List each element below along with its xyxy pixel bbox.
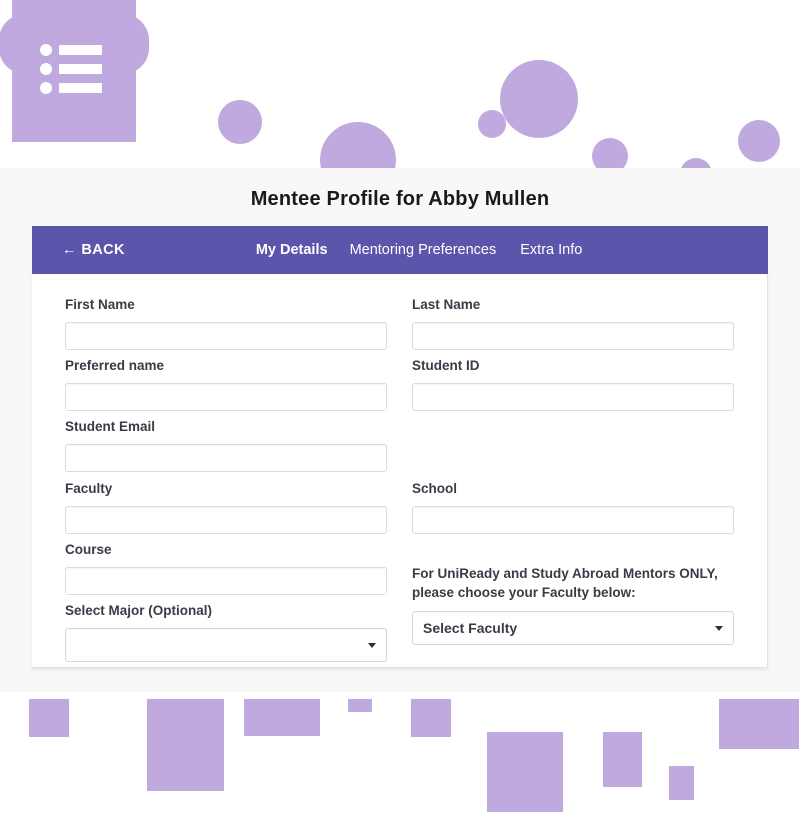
list-icon-dot <box>40 63 52 75</box>
decor-rect <box>487 732 563 812</box>
select-faculty-value: Select Faculty <box>423 620 518 637</box>
list-icon-dot <box>40 82 52 94</box>
decor-rect <box>244 699 320 736</box>
list-icon-bar <box>59 45 102 55</box>
decor-rect <box>411 699 451 737</box>
list-icon-row <box>40 44 102 56</box>
school-input[interactable] <box>412 505 734 534</box>
top-decoration-band <box>0 0 800 168</box>
list-icon-bar <box>59 83 102 93</box>
field-label-first-name: First Name <box>65 297 135 312</box>
decor-rect <box>719 699 799 749</box>
field-label-student-id: Student ID <box>412 358 480 373</box>
field-label-student-email: Student Email <box>65 419 156 434</box>
decor-rect <box>603 732 642 787</box>
field-label-select-major: Select Major (Optional) <box>65 603 213 618</box>
decor-circle <box>680 158 712 168</box>
navigation-bar: ← BACK My Details Mentoring Preferences … <box>32 226 768 274</box>
decor-rect <box>29 699 69 737</box>
field-first-name: First Name <box>65 296 387 350</box>
student-email-input[interactable] <box>65 443 387 472</box>
select-faculty-dropdown[interactable]: Select Faculty <box>412 611 734 646</box>
faculty-input[interactable] <box>65 505 387 534</box>
list-icon[interactable] <box>40 44 102 94</box>
tab-my-details[interactable]: My Details <box>256 242 328 258</box>
uniready-note: For UniReady and Study Abroad Mentors ON… <box>412 566 718 601</box>
field-label-last-name: Last Name <box>412 297 481 312</box>
field-student-email: Student Email <box>65 418 387 472</box>
first-name-input[interactable] <box>65 321 387 350</box>
chevron-down-icon <box>368 642 376 648</box>
field-label-preferred-name: Preferred name <box>65 358 165 373</box>
preferred-name-input[interactable] <box>65 382 387 411</box>
decor-circle <box>738 120 780 162</box>
list-icon-row <box>40 63 102 75</box>
field-last-name: Last Name <box>412 296 734 350</box>
field-label-school: School <box>412 481 458 496</box>
tab-mentoring-preferences[interactable]: Mentoring Preferences <box>350 242 497 258</box>
decor-rect <box>348 699 372 712</box>
form-grid: First Name Preferred name Student Email … <box>32 274 768 668</box>
last-name-input[interactable] <box>412 321 734 350</box>
tab-extra-info[interactable]: Extra Info <box>520 242 582 258</box>
field-faculty: Faculty <box>65 480 387 534</box>
bottom-decoration-band <box>0 692 800 820</box>
decor-circle <box>592 138 628 168</box>
decor-circle <box>320 122 396 168</box>
field-select-major: Select Major (Optional) <box>65 602 387 662</box>
list-icon-dot <box>40 44 52 56</box>
field-school: School <box>412 480 734 534</box>
decor-rect <box>669 766 694 800</box>
field-label-course: Course <box>65 542 112 557</box>
select-major-dropdown[interactable] <box>65 627 387 662</box>
decor-circle <box>478 110 506 138</box>
form-card: First Name Preferred name Student Email … <box>32 274 768 668</box>
chevron-down-icon <box>715 626 723 632</box>
list-icon-row <box>40 82 102 94</box>
decor-rect <box>147 699 224 791</box>
student-id-input[interactable] <box>412 382 734 411</box>
list-icon-bar <box>59 64 102 74</box>
decor-circle <box>500 60 578 138</box>
field-course: Course <box>65 541 387 595</box>
course-input[interactable] <box>65 566 387 595</box>
decor-circle <box>218 100 262 144</box>
back-button[interactable]: ← BACK <box>62 242 125 258</box>
page-title: Mentee Profile for Abby Mullen <box>250 188 550 210</box>
field-preferred-name: Preferred name <box>65 357 387 411</box>
field-student-id: Student ID <box>412 357 734 411</box>
field-uniready-faculty: For UniReady and Study Abroad Mentors ON… <box>412 564 734 646</box>
field-label-faculty: Faculty <box>65 481 113 496</box>
